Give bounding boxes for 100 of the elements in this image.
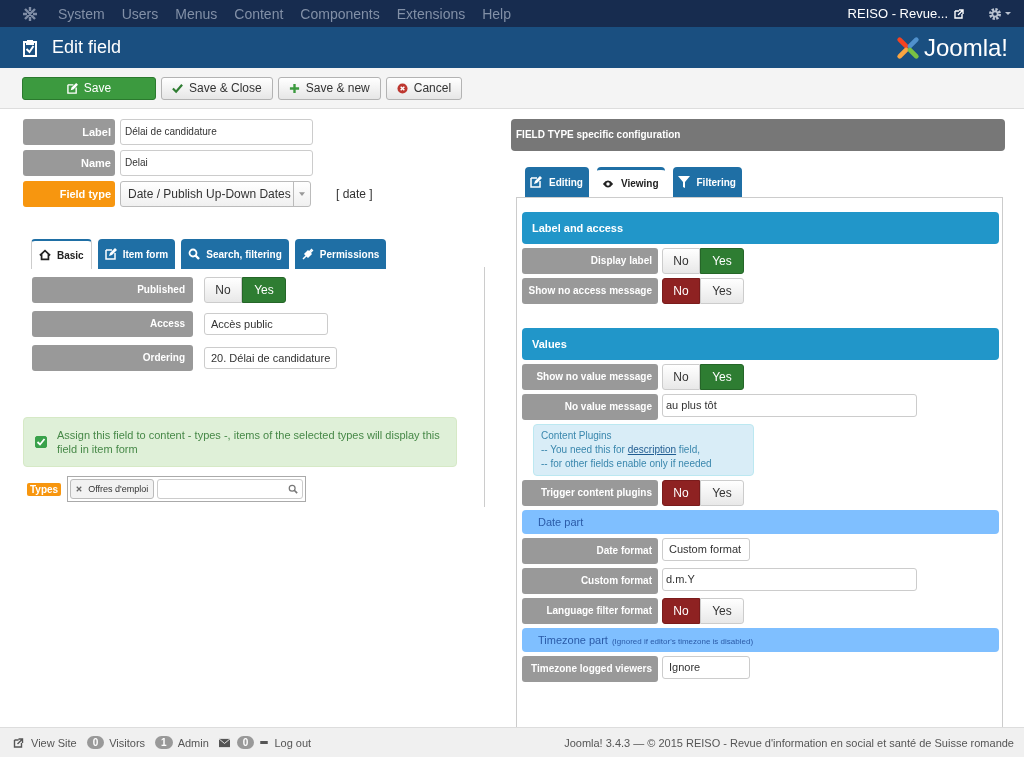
check-icon [172,82,183,94]
description-link[interactable]: description [627,444,677,455]
tag-field[interactable]: Offres d'emploi [67,476,307,502]
edit-icon [104,248,117,260]
section-note: (Ignored if editor's timezone is disabled) [611,636,754,648]
toggle-option[interactable]: Yes [700,278,744,304]
tab[interactable]: Search, filtering [181,239,289,269]
toggle-option[interactable]: No [662,248,700,274]
field-label: Ordering [32,345,193,371]
caret-icon [299,192,305,196]
field-label: Trigger content plugins [522,480,658,506]
field-label: Access [32,311,193,337]
toggle-option[interactable]: Yes [700,598,744,624]
types-label: Types [27,482,62,496]
page-title: Edit field [52,37,122,58]
dropdown[interactable]: Custom format [662,538,750,561]
note-text: -- for other fields enable only if needed [541,457,713,471]
field-label: Display label [522,248,658,274]
clipboard-check-icon [22,38,38,57]
toggle-option[interactable]: Yes [700,480,744,506]
section-header: Values [522,328,999,360]
tag[interactable]: Offres d'emploi [70,479,155,499]
menu-item[interactable]: Help [482,5,511,22]
visitors-label: Visitors [109,736,146,749]
tab[interactable]: Filtering [672,167,742,197]
site-link[interactable]: REISO - Revue... [847,6,948,21]
field-label: Timezone logged viewers [522,656,658,682]
cancel-icon [396,82,408,94]
external-link-icon [954,8,964,19]
note-text: -- You need this for description field, [541,443,701,457]
logout-link[interactable]: Log out [274,736,312,749]
search-icon [188,248,201,260]
field-label: Label [23,119,115,145]
text-field[interactable]: Délai de candidature [120,119,313,145]
section-title: Date part [538,515,584,530]
home-icon [39,249,51,261]
notice-text: Assign this field to content - types -, items of the selected types will display this field in item form [57,428,441,456]
text-field[interactable]: Delai [120,150,313,176]
dropdown[interactable]: 20. Délai de candidature [204,347,338,369]
toggle-option[interactable]: Yes [242,277,286,303]
section-header: Label and access [522,212,999,244]
type-code: [ date ] [336,187,373,201]
view-site-link[interactable]: View Site [31,736,77,749]
field-label: Published [32,277,193,303]
plus-icon [288,82,300,94]
save-button[interactable]: Save [22,76,156,100]
footer-text: Joomla! 3.4.3 — © 2015 REISO - Revue d'information en social et santé de Suisse romande [564,736,1014,749]
mail-icon [218,737,230,748]
edit-icon [530,176,542,188]
edit-icon [66,82,78,94]
toggle-option[interactable]: No [662,480,700,506]
count-badge: 0 [236,736,255,749]
toggle-option[interactable]: No [662,278,700,304]
checkbox-icon[interactable] [35,436,47,448]
field-label: No value message [522,394,658,420]
tab[interactable]: Permissions [294,239,387,269]
field-label: Date format [522,538,658,564]
count-badge: 0 [86,736,105,749]
field-label: Name [23,150,115,176]
plus-button[interactable]: Save & new [277,76,381,100]
funnel-icon [677,176,690,188]
menu-item[interactable]: Users [121,5,159,22]
toggle-option[interactable]: Yes [700,248,744,274]
menu-item[interactable]: Extensions [396,5,466,22]
plug-icon [301,248,314,260]
remove-icon[interactable] [76,486,83,492]
section-title: Timezone part [538,633,608,648]
field-label: Show no access message [522,278,658,304]
dropdown[interactable]: Accès public [204,313,328,335]
text-field[interactable]: d.m.Y [662,568,917,591]
count-badge: 1 [155,736,173,749]
field-label: Language filter format [522,598,658,624]
admin-label: Admin [177,736,209,749]
note-title: Content Plugins [541,429,613,443]
settings-icon[interactable] [988,5,1012,22]
toggle-option[interactable]: No [204,277,242,303]
field-label: Field type [23,181,115,207]
toggle-option[interactable]: No [662,598,700,624]
field-label: Custom format [522,568,658,594]
logo-icon [894,34,921,61]
search-icon [288,484,299,494]
logo-text: Joomla! [923,33,1008,62]
menu-item[interactable]: Menus [175,5,218,22]
tab[interactable]: Editing [525,167,589,197]
text-field[interactable]: au plus tôt [662,394,917,417]
menu-item[interactable]: System [58,5,105,22]
panel-header: FIELD TYPE specific configuration [511,119,1005,151]
tab[interactable]: Basic [31,239,92,269]
dropdown[interactable]: Ignore [662,656,750,679]
menu-item[interactable]: Content [234,5,284,22]
cancel-button[interactable]: Cancel [385,76,463,100]
check-button[interactable]: Save & Close [161,76,273,100]
menu-item[interactable]: Components [300,5,380,22]
dropdown[interactable]: Date / Publish Up-Down Dates [120,181,311,207]
field-label: Show no value message [522,364,658,390]
tab[interactable]: Item form [97,239,176,269]
external-link-icon [13,737,24,748]
toggle-option[interactable]: No [662,364,700,390]
minus-icon [259,741,270,744]
toggle-option[interactable]: Yes [700,364,744,390]
